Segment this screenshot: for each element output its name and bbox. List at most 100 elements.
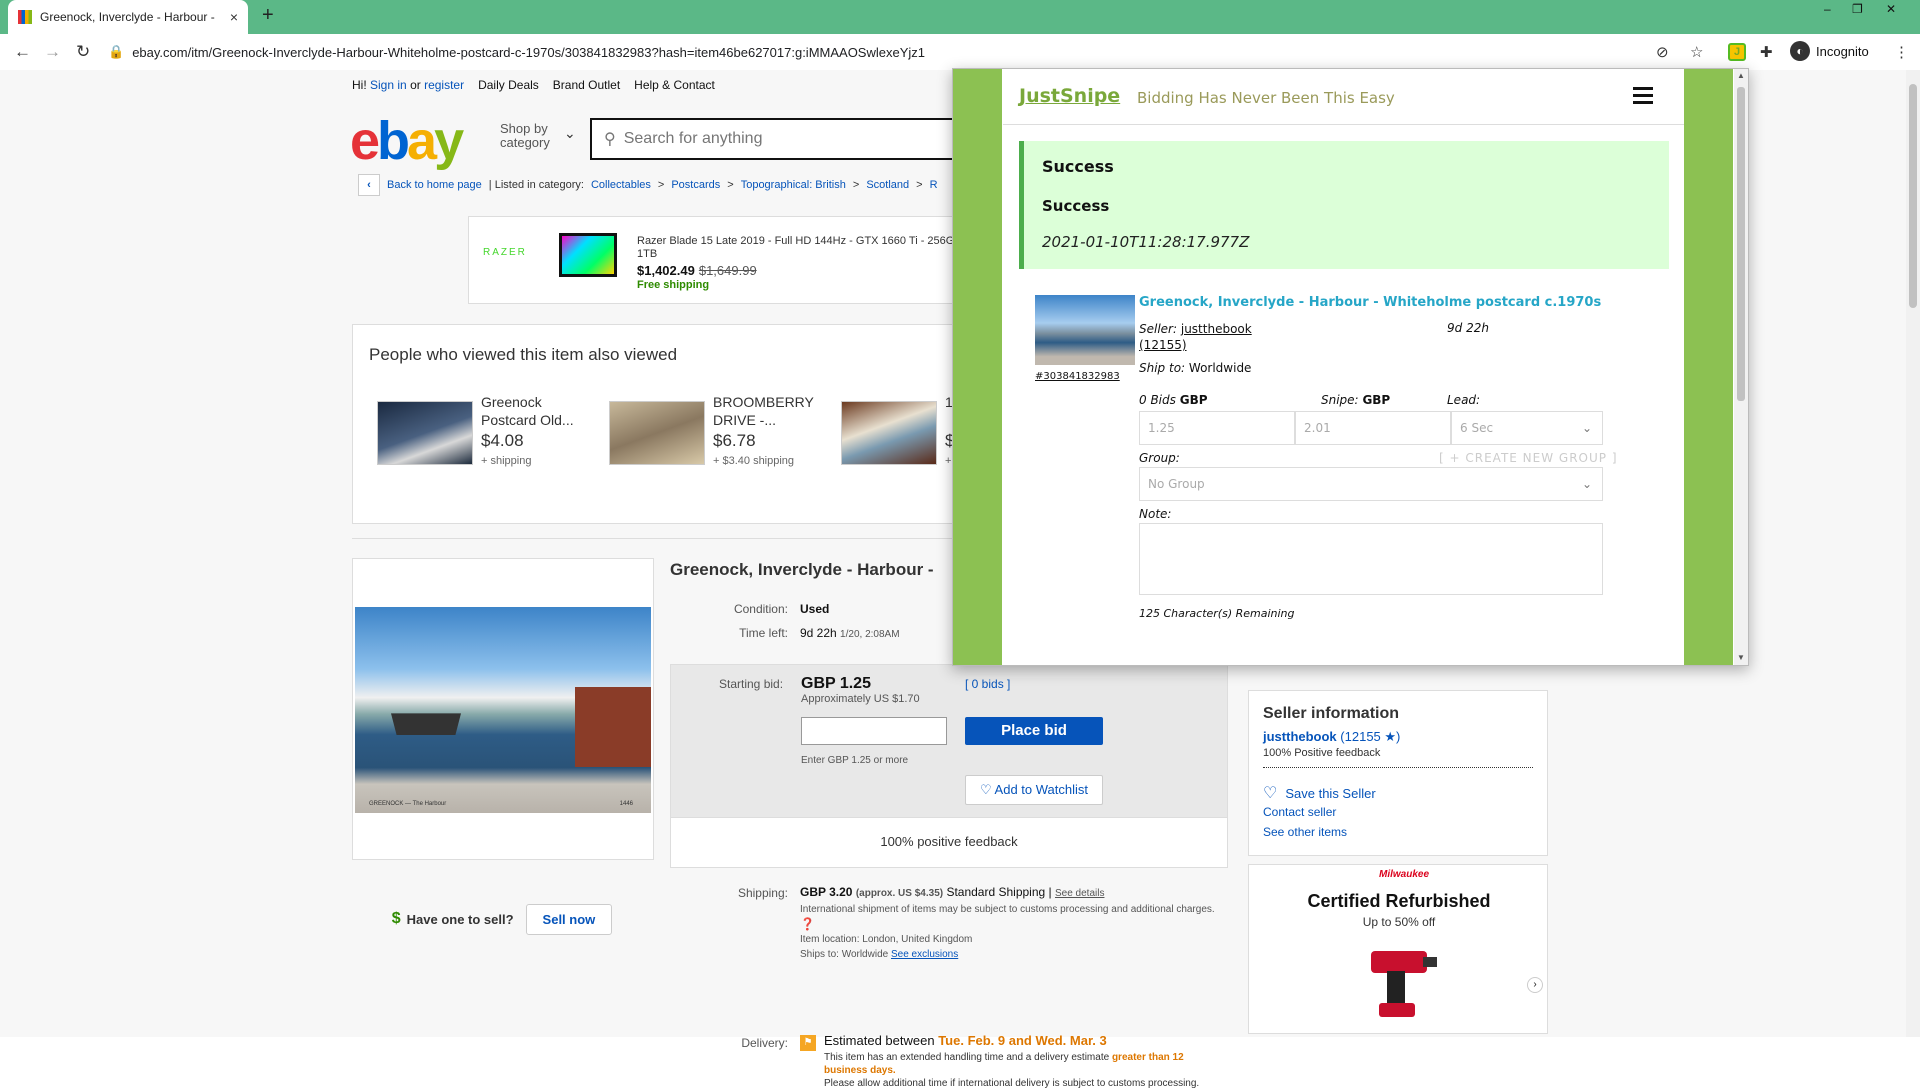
logo-a: a — [407, 111, 437, 171]
bid-amount-input[interactable] — [801, 717, 947, 745]
popup-side-left — [953, 69, 1002, 665]
window-close-icon[interactable]: ✕ — [1886, 2, 1896, 16]
help-icon[interactable]: ❓ — [800, 918, 1230, 931]
handling-note: This item has an extended handling time … — [824, 1052, 1110, 1063]
help-contact-link[interactable]: Help & Contact — [634, 78, 715, 92]
back-arrow-icon[interactable]: ‹ — [358, 174, 380, 196]
search-placeholder: Search for anything — [623, 130, 763, 147]
bid-input[interactable]: 1.25 — [1139, 411, 1295, 445]
popup-scroll-thumb[interactable] — [1737, 87, 1745, 401]
justsnipe-extension-icon[interactable]: J — [1728, 43, 1746, 61]
contact-seller-link[interactable]: Contact seller — [1263, 805, 1336, 819]
delivery-content: ⚑ Estimated between Tue. Feb. 9 and Wed. … — [800, 1034, 1230, 1090]
success-title: Success — [1042, 157, 1114, 176]
page-scrollbar[interactable] — [1906, 70, 1920, 1037]
lead-select[interactable]: 6 Sec ⌄ — [1451, 411, 1603, 445]
time-left-label: Time left: — [739, 626, 788, 640]
close-tab-icon[interactable]: × — [230, 9, 238, 25]
note-textarea[interactable] — [1139, 523, 1603, 595]
ebay-logo[interactable]: ebay — [350, 110, 464, 172]
crumb-postcards[interactable]: Postcards — [671, 179, 720, 191]
seller-name-link[interactable]: justthebook — [1263, 729, 1337, 744]
scroll-down-icon[interactable]: ▼ — [1737, 653, 1745, 662]
razer-ad[interactable]: RAZER Razer Blade 15 Late 2019 - Full HD… — [468, 216, 988, 304]
create-new-group-button[interactable]: [ + CREATE NEW GROUP ] — [1439, 451, 1618, 465]
add-to-watchlist-button[interactable]: ♡ Add to Watchlist — [965, 775, 1103, 805]
bids-label-row: 0 Bids GBP — [1139, 393, 1208, 407]
sell-prompt: $ Have one to sell? Sell now — [352, 894, 652, 944]
tab-active[interactable]: Greenock, Inverclyde - Harbour - × — [8, 0, 248, 34]
back-icon[interactable]: ← — [14, 42, 31, 62]
tab-title: Greenock, Inverclyde - Harbour - — [40, 10, 215, 24]
js-time-left: 9d 22h — [1447, 321, 1489, 335]
snipe-input[interactable]: 2.01 — [1295, 411, 1451, 445]
justsnipe-logo[interactable]: JustSnipe — [1019, 85, 1120, 107]
crumb-scotland[interactable]: Scotland — [866, 179, 909, 191]
restore-icon[interactable]: ❐ — [1852, 2, 1863, 16]
greeting: Hi! — [352, 78, 367, 92]
scroll-up-icon[interactable]: ▲ — [1737, 71, 1745, 80]
shipping-label: Shipping: — [737, 886, 788, 900]
search-input[interactable]: ⚲ Search for anything — [590, 118, 990, 160]
profile-incognito[interactable]: ◐ Incognito — [1790, 41, 1869, 61]
tracking-blocked-icon[interactable]: ⊘ — [1656, 43, 1669, 61]
extensions-puzzle-icon[interactable]: ✚ — [1760, 43, 1773, 61]
customs-note: International shipment of items may be s… — [800, 904, 1215, 915]
starting-bid-value: GBP 1.25 — [801, 675, 871, 692]
heart-icon: ♡ — [1263, 785, 1278, 802]
save-seller-button[interactable]: ♡ Save this Seller — [1263, 783, 1376, 803]
list-item[interactable]: Greenock Postcard Old... $4.08 + shippin… — [377, 393, 607, 473]
group-select[interactable]: No Group ⌄ — [1139, 467, 1603, 501]
save-seller-label: Save this Seller — [1285, 785, 1376, 801]
seller-heading: Seller information — [1263, 705, 1400, 722]
popup-scrollbar[interactable]: ▲ ▼ — [1734, 69, 1748, 665]
item-id-link[interactable]: #303841832983 — [1035, 371, 1120, 382]
browser-menu-icon[interactable]: ⋮ — [1894, 43, 1909, 61]
see-exclusions-link[interactable]: See exclusions — [891, 949, 958, 960]
crumb-collectables[interactable]: Collectables — [591, 179, 651, 191]
new-tab-icon[interactable]: + — [262, 4, 274, 27]
bids-link[interactable]: [ 0 bids ] — [965, 677, 1010, 691]
crumb-next[interactable]: R — [930, 179, 938, 191]
shipping-approx: (approx. US $4.35) — [855, 888, 944, 899]
bookmark-star-icon[interactable]: ☆ — [1690, 43, 1703, 61]
av-ship: + $3.40 shipping — [713, 455, 795, 467]
seller-score[interactable]: (12155 ★) — [1340, 729, 1400, 744]
av-price: $6.78 — [713, 431, 756, 450]
group-value: No Group — [1148, 477, 1205, 491]
certified-refurbished-ad[interactable]: Milwaukee Certified Refurbished Up to 50… — [1248, 864, 1548, 1034]
sign-in-link[interactable]: Sign in — [370, 78, 407, 92]
shipping-cost: GBP 3.20 — [800, 885, 853, 899]
see-other-items-link[interactable]: See other items — [1263, 825, 1347, 839]
starting-bid-label: Starting bid: — [719, 677, 784, 691]
time-left-value: 9d 22h 1/20, 2:08AM — [800, 626, 900, 640]
forward-icon[interactable]: → — [44, 42, 61, 62]
sell-now-button[interactable]: Sell now — [525, 903, 613, 935]
ebay-favicon-icon — [18, 10, 32, 24]
browser-toolbar: ← → ↻ 🔒 ebay.com/itm/Greenock-Inverclyde… — [0, 34, 1920, 70]
list-item[interactable]: BROOMBERRY DRIVE -... $6.78 + $3.40 ship… — [609, 393, 839, 473]
js-snipe-currency: GBP — [1362, 393, 1391, 407]
shop-by-category[interactable]: Shop by category ⌄ — [500, 122, 576, 150]
brand-outlet-link[interactable]: Brand Outlet — [553, 78, 620, 92]
photo-code: 1446 — [619, 801, 633, 807]
ad-price-now: $1,402.49 — [637, 263, 695, 278]
register-link[interactable]: register — [424, 78, 464, 92]
see-details-link[interactable]: See details — [1055, 888, 1104, 899]
scroll-thumb[interactable] — [1909, 84, 1917, 308]
divider — [352, 538, 992, 539]
minimize-icon[interactable]: – — [1824, 2, 1831, 16]
av-ship: + shipping — [481, 455, 532, 467]
crumb-topographical[interactable]: Topographical: British — [741, 179, 846, 191]
hamburger-menu-icon[interactable] — [1633, 87, 1653, 105]
snipe-item-title[interactable]: Greenock, Inverclyde - Harbour - Whiteho… — [1139, 295, 1601, 310]
crumb-sep: > — [852, 179, 860, 191]
back-home-link[interactable]: Back to home page — [387, 179, 482, 191]
chevron-down-icon: ⌄ — [1581, 421, 1592, 435]
address-bar[interactable]: 🔒 ebay.com/itm/Greenock-Inverclyde-Harbo… — [108, 38, 1708, 66]
main-image-frame[interactable]: GREENOCK — The Harbour 1446 — [352, 558, 654, 860]
daily-deals-link[interactable]: Daily Deals — [478, 78, 539, 92]
carousel-next-icon[interactable]: › — [1527, 977, 1543, 993]
reload-icon[interactable]: ↻ — [76, 42, 90, 62]
place-bid-button[interactable]: Place bid — [965, 717, 1103, 745]
